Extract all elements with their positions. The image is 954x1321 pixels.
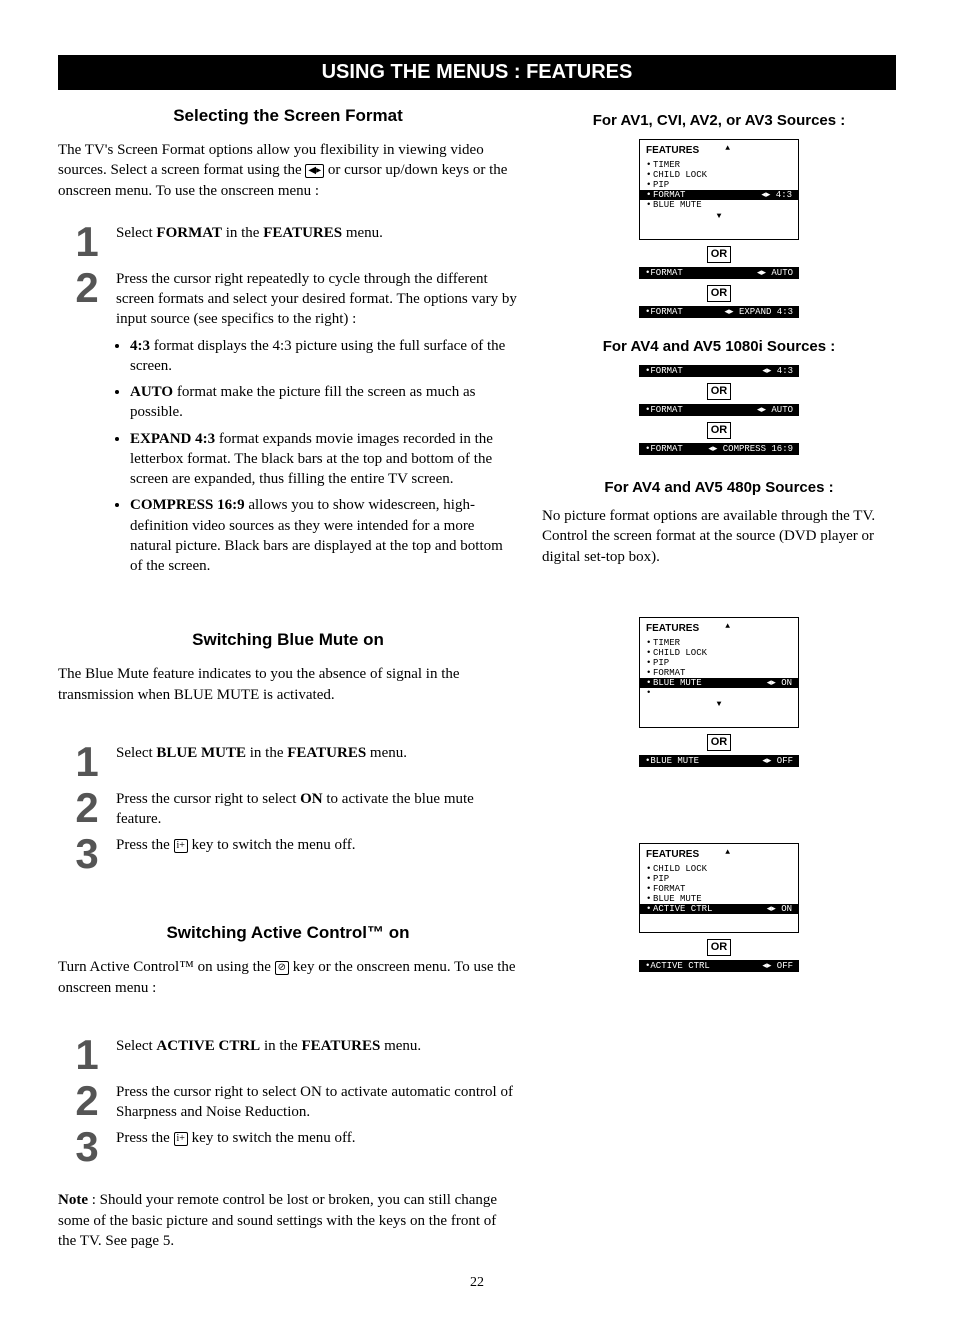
strip-format-auto: • FORMAT◂▸ AUTO [639,404,799,416]
step-3: 3 Press the i+ key to switch the menu of… [58,833,518,875]
page-number: 22 [58,1275,896,1291]
strip-bluemute-off: • BLUE MUTE◂▸ OFF [639,755,799,767]
active-ctrl-icon: ⊘ [275,961,289,975]
features-panel-bluemute: ▲ FEATURES •TIMER •CHILD LOCK •PIP •FORM… [639,617,799,728]
right-title-av123: For AV1, CVI, AV2, or AV3 Sources : [542,112,896,129]
bullet: AUTO format make the picture fill the sc… [130,382,518,423]
strip-format-43: • FORMAT◂▸ 4:3 [639,365,799,377]
section-title-bluemute: Switching Blue Mute on [58,630,518,650]
or-label: OR [707,422,731,439]
info-icon: i+ [174,1132,188,1146]
or-label: OR [707,734,731,751]
left-column: Selecting the Screen Format The TV's Scr… [58,106,518,1251]
step-2: 2 Press the cursor right to select ON to… [58,787,518,830]
right-column: For AV1, CVI, AV2, or AV3 Sources : ▲ FE… [542,106,896,1251]
bullet: EXPAND 4:3 format expands movie images r… [130,429,518,490]
info-icon: i+ [174,839,188,853]
strip-format-auto: • FORMAT◂▸ AUTO [639,267,799,279]
section-title-format: Selecting the Screen Format [58,106,518,126]
cursor-icon: ◀▸ [305,164,324,178]
features-panel-activectrl: ▲ FEATURES •CHILD LOCK •PIP •FORMAT •BLU… [639,843,799,933]
features-panel-format: ▲ FEATURES •TIMER •CHILD LOCK •PIP •FORM… [639,139,799,240]
or-label: OR [707,285,731,302]
step-number: 1 [58,741,116,783]
step-2: 2 Press the cursor right repeatedly to c… [58,267,518,583]
right-body-480p: No picture format options are available … [542,506,896,567]
or-label: OR [707,939,731,956]
step-1: 1 Select FORMAT in the FEATURES menu. [58,221,518,263]
step-number: 2 [58,787,116,830]
step-number: 1 [58,1034,116,1076]
intro-format: The TV's Screen Format options allow you… [58,140,518,201]
intro-bluemute: The Blue Mute feature indicates to you t… [58,664,518,705]
step-number: 2 [58,267,116,583]
step-3: 3 Press the i+ key to switch the menu of… [58,1126,518,1168]
step-1: 1 Select ACTIVE CTRL in the FEATURES men… [58,1034,518,1076]
strip-format-compress: • FORMAT◂▸ COMPRESS 16:9 [639,443,799,455]
step-number: 1 [58,221,116,263]
bullet: COMPRESS 16:9 allows you to show widescr… [130,495,518,576]
strip-format-expand: • FORMAT◂▸ EXPAND 4:3 [639,306,799,318]
or-label: OR [707,246,731,263]
strip-activectrl-off: • ACTIVE CTRL◂▸ OFF [639,960,799,972]
step-number: 3 [58,1126,116,1168]
page-banner: USING THE MENUS : FEATURES [58,55,896,90]
step-1: 1 Select BLUE MUTE in the FEATURES menu. [58,741,518,783]
step-number: 2 [58,1080,116,1123]
right-title-1080i: For AV4 and AV5 1080i Sources : [542,338,896,355]
or-label: OR [707,383,731,400]
step-2: 2 Press the cursor right to select ON to… [58,1080,518,1123]
bullet: 4:3 format displays the 4:3 picture usin… [130,336,518,377]
right-title-480p: For AV4 and AV5 480p Sources : [542,479,896,496]
section-title-activectrl: Switching Active Control™ on [58,923,518,943]
note: Note : Should your remote control be los… [58,1190,518,1251]
intro-activectrl: Turn Active Control™ on using the ⊘ key … [58,957,518,998]
step-number: 3 [58,833,116,875]
